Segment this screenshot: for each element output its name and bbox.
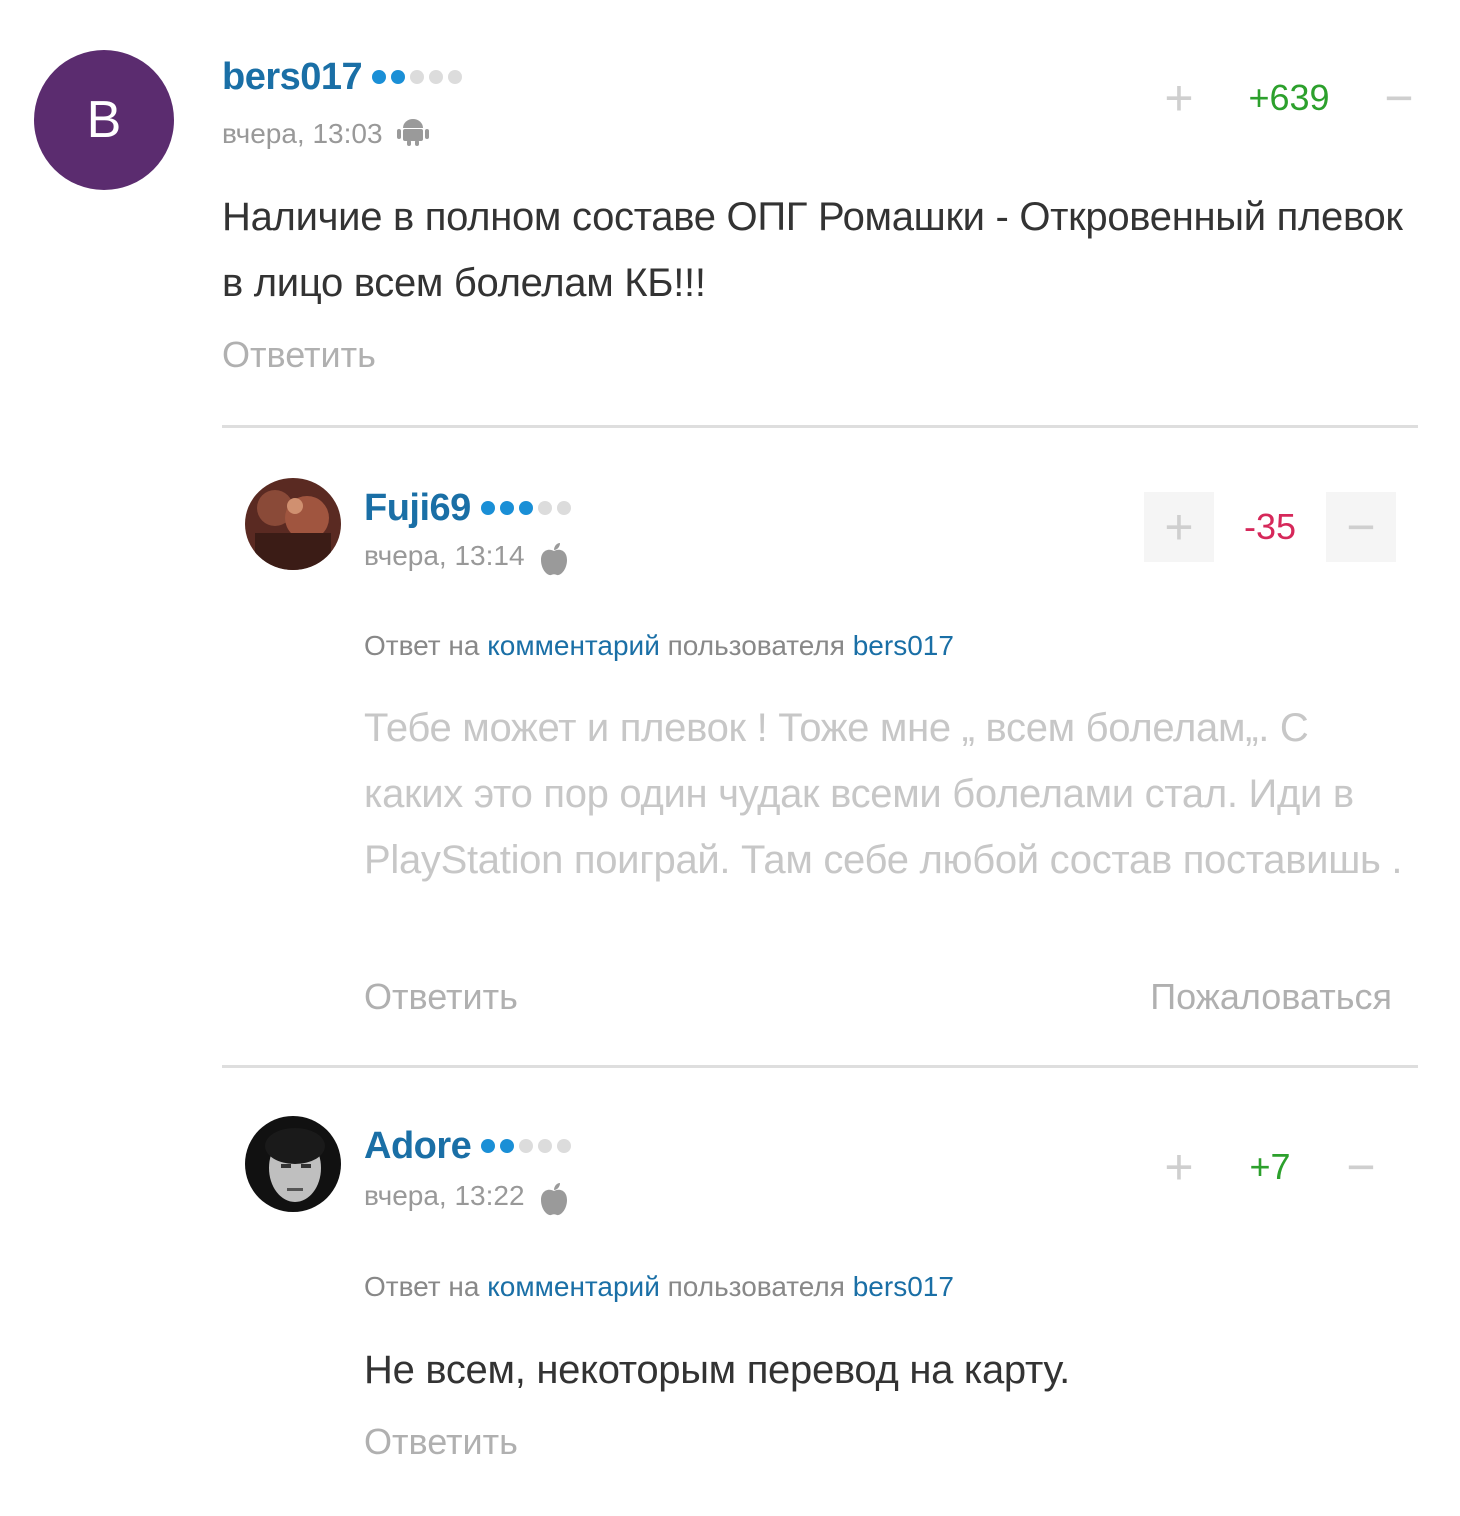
apple-icon [539,542,569,583]
comment-text: Наличие в полном составе ОПГ Ромашки - О… [222,195,1403,305]
downvote-button[interactable]: − [1326,492,1396,562]
upvote-button[interactable]: + [1144,63,1214,133]
comment-date: вчера, 13:03 [222,118,383,149]
comment-header: Fuji69 [364,484,571,532]
reply-reference: Ответ на комментарий пользователя bers01… [364,630,954,662]
vote-widget: + -35 − [1144,491,1396,563]
upvote-button[interactable]: + [1144,492,1214,562]
avatar[interactable]: B [34,50,174,190]
reply-user-link[interactable]: bers017 [853,630,954,661]
vote-widget: + +639 − [1144,62,1434,134]
reply-prefix: Ответ на [364,1271,480,1302]
comment-text: Не всем, некоторым перевод на карту. [364,1348,1070,1392]
reply-prefix: Ответ на [364,630,480,661]
comment-score: -35 [1243,506,1297,547]
comment-score: +639 [1248,77,1330,118]
comment-date: вчера, 13:14 [364,540,525,571]
username[interactable]: bers017 [222,56,363,99]
reply-comment-link[interactable]: комментарий [487,1271,660,1302]
avatar[interactable] [245,1116,341,1212]
avatar[interactable] [245,478,341,570]
vote-widget: + +7 − [1144,1131,1396,1203]
comment-date: вчера, 13:22 [364,1180,525,1211]
upvote-button[interactable]: + [1144,1132,1214,1202]
divider [222,1065,1418,1068]
reply-button[interactable]: Ответить [364,1421,518,1463]
user-level-indicator [481,1139,572,1153]
username[interactable]: Adore [364,1125,472,1168]
comment-meta: вчера, 13:22 [364,1174,569,1218]
downvote-button[interactable]: − [1326,1132,1396,1202]
comment-meta: вчера, 13:14 [364,534,569,578]
comment-text: Тебе может и плевок ! Тоже мне „ всем бо… [364,706,1403,882]
comment-header: bers017 [222,52,463,102]
reply-user-prefix: пользователя [667,630,845,661]
reply-comment-link[interactable]: комментарий [487,630,660,661]
username[interactable]: Fuji69 [364,487,471,530]
comment-header: Adore [364,1122,572,1170]
reply-button[interactable]: Ответить [222,334,376,376]
user-level-indicator [372,70,463,84]
report-button[interactable]: Пожаловаться [1150,976,1392,1018]
reply-button[interactable]: Ответить [364,976,518,1018]
android-icon [396,116,429,153]
avatar-letter: B [86,91,122,149]
comment-meta: вчера, 13:03 [222,112,429,156]
reply-reference: Ответ на комментарий пользователя bers01… [364,1271,954,1303]
reply-user-prefix: пользователя [667,1271,845,1302]
user-level-indicator [480,501,571,515]
apple-icon [539,1182,569,1223]
reply-user-link[interactable]: bers017 [853,1271,954,1302]
divider [222,425,1418,428]
comment-score: +7 [1249,1146,1291,1187]
downvote-button[interactable]: − [1364,63,1434,133]
